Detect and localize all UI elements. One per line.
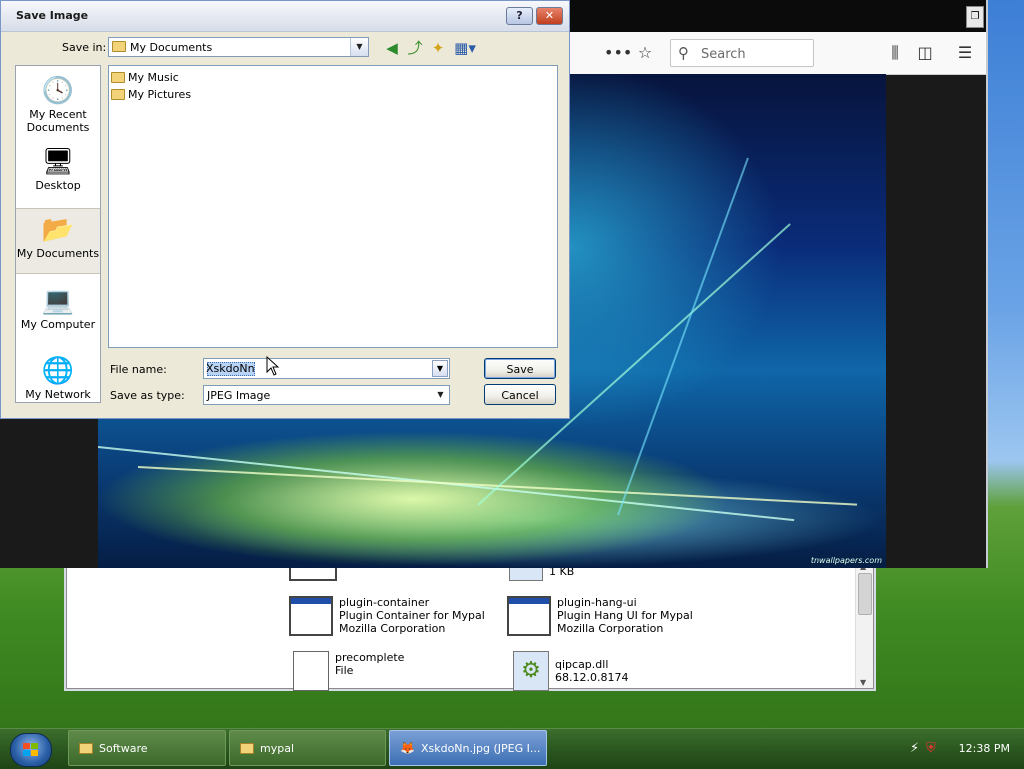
- new-folder-icon[interactable]: ✦: [428, 39, 448, 57]
- save-button[interactable]: Save: [484, 358, 556, 379]
- places-bar: 🕓 My Recent Documents 🖥 Desktop 📂 My Docu…: [15, 65, 101, 403]
- taskbar-button-software[interactable]: Software: [68, 730, 226, 766]
- network-tray-icon[interactable]: ⚡: [910, 741, 919, 756]
- file-name: precomplete: [335, 651, 405, 664]
- file-description: Plugin Hang UI for Mypal: [557, 609, 693, 622]
- hamburger-menu-icon[interactable]: ☰: [952, 40, 978, 66]
- folder-icon: [111, 71, 125, 83]
- file-description: Plugin Container for Mypal: [339, 609, 485, 622]
- list-item[interactable]: My Pictures: [111, 86, 191, 102]
- place-label: Desktop: [35, 179, 81, 192]
- system-tray: ⚡ ⛨ 12:38 PM: [908, 729, 1024, 769]
- save-in-label: Save in:: [62, 41, 107, 54]
- file-item[interactable]: plugin-hang-ui Plugin Hang UI for Mypal …: [507, 596, 693, 636]
- folder-icon: [112, 41, 126, 52]
- light-streak: [617, 157, 749, 516]
- chevron-down-icon[interactable]: ▼: [350, 38, 368, 56]
- file-item[interactable]: ⚙ qipcap.dll 68.12.0.8174: [513, 651, 628, 691]
- scroll-down-arrow-icon[interactable]: ▼: [860, 678, 866, 687]
- place-my-network[interactable]: 🌐 My Network: [16, 350, 100, 416]
- taskbar: Software mypal 🦊 XskdoNn.jpg (JPEG I... …: [0, 728, 1024, 769]
- library-icon[interactable]: ⫼: [882, 40, 908, 66]
- file-company: Mozilla Corporation: [557, 622, 664, 635]
- save-in-dropdown[interactable]: My Documents ▼: [108, 37, 369, 57]
- dll-gear-icon: ⚙: [513, 651, 549, 691]
- place-my-recent-documents[interactable]: 🕓 My Recent Documents: [16, 70, 100, 136]
- list-item[interactable]: My Music: [111, 69, 179, 85]
- file-company: Mozilla Corporation: [339, 622, 446, 635]
- application-icon: [507, 596, 551, 636]
- folder-name: My Music: [128, 70, 179, 84]
- up-one-level-icon[interactable]: ⤴: [405, 39, 425, 57]
- search-icon: ⚲: [678, 44, 689, 62]
- file-item[interactable]: precomplete File: [293, 651, 404, 691]
- my-network-icon: 🌐: [41, 356, 75, 386]
- help-button[interactable]: ?: [506, 7, 533, 25]
- application-icon: [289, 596, 333, 636]
- place-my-documents[interactable]: 📂 My Documents: [16, 208, 100, 274]
- search-box[interactable]: ⚲: [670, 39, 814, 67]
- chevron-down-icon[interactable]: ▼: [432, 360, 448, 377]
- browser-icon: 🦊: [400, 741, 415, 755]
- restore-window-icon[interactable]: ❐: [966, 6, 984, 28]
- file-description: 68.12.0.8174: [555, 671, 629, 684]
- task-label: mypal: [260, 741, 295, 755]
- save-as-type-value: JPEG Image: [207, 389, 271, 402]
- taskbar-button-image[interactable]: 🦊 XskdoNn.jpg (JPEG I...: [389, 730, 547, 766]
- place-label: My Computer: [20, 318, 96, 331]
- security-shield-icon[interactable]: ⛨: [926, 741, 936, 756]
- place-label: My Network: [25, 388, 91, 401]
- explorer-scrollbar[interactable]: ▲ ▼: [855, 561, 873, 688]
- clock[interactable]: 12:38 PM: [959, 742, 1010, 755]
- views-menu-icon[interactable]: ▦▾: [453, 39, 477, 57]
- task-label: Software: [99, 741, 148, 755]
- file-name: plugin-container: [339, 596, 430, 609]
- dialog-title: Save Image: [16, 9, 89, 22]
- folder-icon: [240, 742, 254, 754]
- close-button[interactable]: ✕: [536, 7, 563, 25]
- scroll-thumb[interactable]: [858, 573, 872, 615]
- save-as-type-dropdown[interactable]: JPEG Image ▼: [203, 385, 450, 405]
- page-actions-menu-icon[interactable]: •••: [604, 40, 632, 66]
- taskbar-button-mypal[interactable]: mypal: [229, 730, 386, 766]
- save-image-dialog: Save Image ? ✕ Save in: My Documents ▼ ◀…: [0, 0, 570, 419]
- folder-name: My Pictures: [128, 87, 192, 101]
- file-list[interactable]: My Music My Pictures: [108, 65, 558, 348]
- folder-icon: [111, 88, 125, 100]
- explorer-window: 1 KB plugin-container Plugin Container f…: [66, 560, 874, 691]
- recent-documents-icon: 🕓: [41, 76, 75, 106]
- file-name-combo[interactable]: ▼: [203, 358, 450, 379]
- document-icon: [293, 651, 329, 691]
- place-label: My Documents: [16, 247, 100, 260]
- back-icon[interactable]: ◀: [382, 39, 402, 57]
- folder-icon: [79, 742, 93, 754]
- my-computer-icon: 💻: [41, 286, 75, 316]
- desktop-icon: 🖥: [41, 147, 75, 177]
- file-name: qipcap.dll: [555, 658, 609, 671]
- file-item[interactable]: plugin-container Plugin Container for My…: [289, 596, 485, 636]
- place-desktop[interactable]: 🖥 Desktop: [16, 141, 100, 207]
- cancel-button[interactable]: Cancel: [484, 384, 556, 405]
- task-label: XskdoNn.jpg (JPEG I...: [420, 741, 541, 755]
- place-my-computer[interactable]: 💻 My Computer: [16, 280, 100, 346]
- file-name-input[interactable]: [206, 361, 426, 376]
- wallpaper-credit: tnwallpapers.com: [810, 556, 882, 565]
- start-button[interactable]: [10, 733, 52, 767]
- bookmark-star-icon[interactable]: ☆: [632, 40, 658, 66]
- file-description: File: [335, 664, 354, 677]
- chevron-down-icon[interactable]: ▼: [432, 386, 449, 404]
- search-input[interactable]: [699, 43, 813, 65]
- save-in-value: My Documents: [130, 41, 213, 54]
- save-as-type-label: Save as type:: [110, 389, 185, 402]
- windows-logo-icon: [23, 743, 38, 756]
- place-label: My Recent Documents: [26, 108, 90, 134]
- sidebar-toggle-icon[interactable]: ◫: [912, 40, 938, 66]
- my-documents-icon: 📂: [41, 215, 75, 245]
- dialog-titlebar: Save Image ? ✕: [1, 1, 569, 32]
- file-name-label: File name:: [110, 363, 167, 376]
- file-name: plugin-hang-ui: [557, 596, 637, 609]
